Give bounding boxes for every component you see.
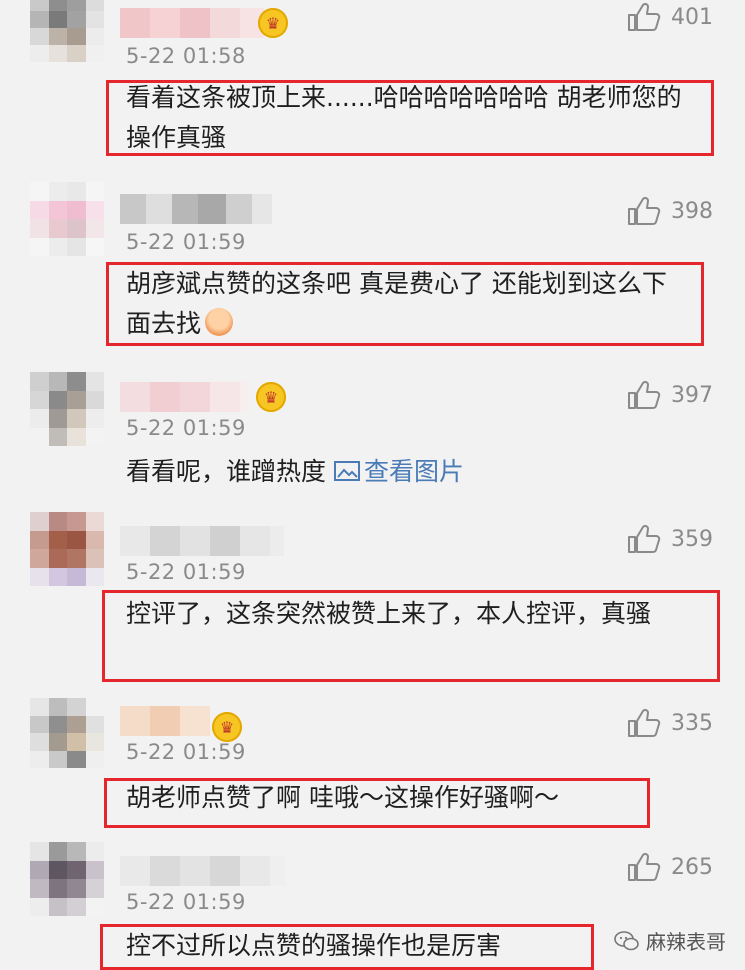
comment-time: 5-22 01:59 (126, 560, 246, 584)
crown-badge-icon: ♛ (258, 8, 288, 38)
comment-text: 看看呢，谁蹭热度 查看图片 (126, 457, 464, 486)
comment-text: 胡老师点赞了啊 哇哦～这操作好骚啊～ (126, 783, 559, 812)
laughing-face-icon (205, 308, 234, 336)
image-icon (333, 461, 360, 481)
thumbs-up-icon (628, 852, 661, 881)
username-blurred[interactable] (120, 856, 286, 886)
watermark: 麻辣表哥 (614, 926, 726, 955)
username-blurred[interactable] (120, 526, 284, 556)
like-button[interactable]: 398 (627, 196, 713, 226)
avatar[interactable] (30, 698, 104, 768)
avatar[interactable] (30, 842, 104, 916)
comment-time: 5-22 01:59 (126, 890, 246, 914)
thumbs-up-icon (628, 196, 661, 225)
username-blurred[interactable] (120, 382, 248, 412)
thumbs-up-icon (628, 708, 661, 737)
like-button[interactable]: 265 (627, 852, 713, 882)
wechat-icon (614, 930, 639, 950)
crown-badge-icon: ♛ (212, 712, 242, 742)
thumbs-up-icon (628, 2, 661, 31)
username-blurred[interactable] (120, 706, 210, 736)
avatar[interactable] (30, 372, 104, 446)
comment-time: 5-22 01:58 (126, 44, 246, 68)
comment-text: 看着这条被顶上来......哈哈哈哈哈哈哈 胡老师您的操作真骚 (126, 83, 682, 152)
like-count: 398 (671, 198, 713, 224)
thumbs-up-icon (628, 524, 661, 553)
like-count: 359 (671, 526, 713, 552)
comment-time: 5-22 01:59 (126, 416, 246, 440)
username-blurred[interactable] (120, 194, 272, 224)
avatar[interactable] (30, 182, 104, 256)
comment-text: 控评了，这条突然被赞上来了，本人控评，真骚 (126, 599, 652, 628)
comment-text: 胡彦斌点赞的这条吧 真是费心了 还能划到这么下面去找 (126, 269, 667, 338)
like-button[interactable]: 359 (627, 524, 713, 554)
crown-badge-icon: ♛ (256, 382, 286, 412)
comment-text: 控不过所以点赞的骚操作也是厉害 (126, 931, 502, 960)
avatar[interactable] (30, 512, 104, 586)
like-button[interactable]: 335 (627, 708, 713, 738)
like-count: 265 (671, 854, 713, 880)
like-count: 335 (671, 710, 713, 736)
thumbs-up-icon (628, 380, 661, 409)
username-blurred[interactable] (120, 8, 264, 38)
like-count: 397 (671, 382, 713, 408)
watermark-text: 麻辣表哥 (646, 930, 726, 954)
comment-time: 5-22 01:59 (126, 740, 246, 764)
avatar[interactable] (30, 0, 104, 62)
comment-time: 5-22 01:59 (126, 230, 246, 254)
view-image-link[interactable]: 查看图片 (333, 457, 464, 486)
like-button[interactable]: 401 (627, 2, 713, 32)
like-count: 401 (671, 4, 713, 30)
like-button[interactable]: 397 (627, 380, 713, 410)
